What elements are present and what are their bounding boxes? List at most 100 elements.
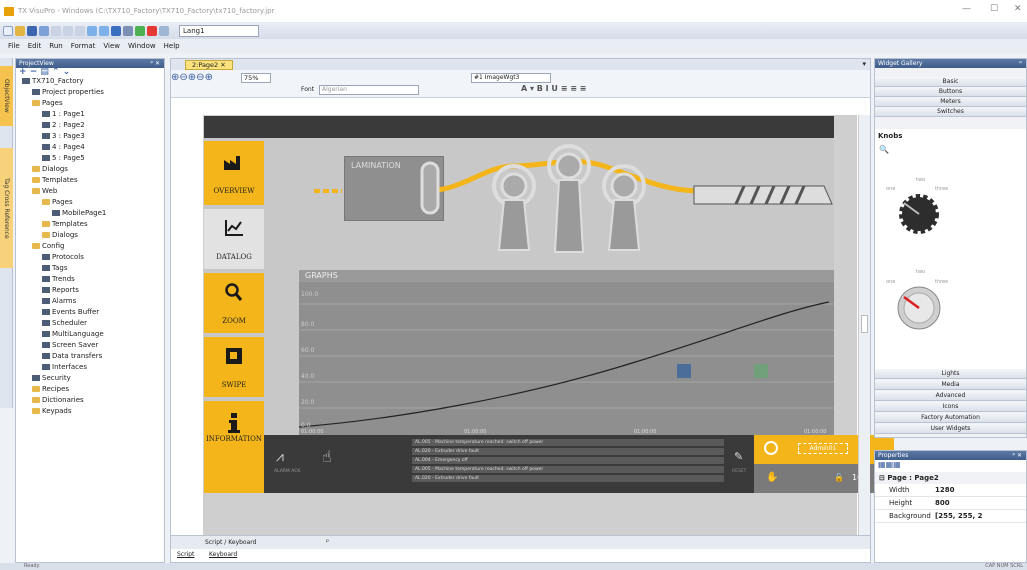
property-value[interactable]: [255, 255, 2 [935, 510, 983, 522]
tree-item[interactable]: Dialogs [42, 231, 78, 239]
undo-icon[interactable] [87, 25, 97, 36]
tree-item[interactable]: TX710_Factory [22, 77, 84, 85]
nav-overview-button[interactable]: OVERVIEW [204, 141, 264, 205]
alarm-row[interactable]: AL.005 - Machine temperature reached: sw… [412, 466, 724, 473]
gallery-pin-icon[interactable]: ᵖ [1019, 59, 1022, 68]
gallery-meters[interactable]: Meters [875, 97, 1026, 107]
cut-icon[interactable] [51, 25, 61, 36]
tab-script[interactable]: Script [177, 551, 194, 558]
alarm-row[interactable]: AL.005 - Machine temperature reached: sw… [412, 439, 724, 446]
tree-item[interactable]: MobilePage1 [52, 209, 106, 217]
gallery-icons[interactable]: Icons [875, 402, 1026, 412]
graph-settings-icon[interactable] [754, 364, 768, 378]
tab-list-icon[interactable]: ▾ [862, 60, 866, 68]
pane-pin-close[interactable]: ᵖ ✕ [150, 59, 160, 68]
tree-item[interactable]: Security [32, 374, 71, 382]
tree-item[interactable]: Keypads [32, 407, 72, 415]
categorized-icon[interactable]: ▦ [878, 460, 886, 469]
alarm-row[interactable]: AL.020 - Extruder drive fault [412, 448, 724, 455]
format-tools[interactable]: A ▾ B I U ≡ ≡ ≡ [521, 84, 586, 93]
menu-help[interactable]: Help [164, 42, 180, 50]
properties-pin-icon[interactable]: ᵖ ✕ [1012, 451, 1022, 460]
nav-zoom-button[interactable]: ZOOM [204, 273, 264, 333]
tab-page2[interactable]: 2:Page2 ✕ [185, 60, 233, 70]
tree-item[interactable]: Dialogs [32, 165, 68, 173]
font-select[interactable]: Algerian [319, 85, 419, 95]
reset-icon[interactable]: ✎ [734, 450, 743, 463]
tree-item[interactable]: 1 : Page1 [42, 110, 85, 118]
language-select[interactable]: Lang1 [179, 24, 259, 37]
save-all-icon[interactable] [39, 25, 49, 36]
tab-keyboard[interactable]: Keyboard [209, 551, 237, 558]
nav-swipe-button[interactable]: SWIPE [204, 337, 264, 397]
graph-export-icon[interactable] [677, 364, 691, 378]
alarm-row[interactable]: AL.020 - Extruder drive fault [412, 475, 724, 482]
touch-icon[interactable]: ☝ [322, 447, 332, 466]
tree-item[interactable]: Alarms [42, 297, 76, 305]
property-value[interactable]: 1280 [935, 484, 954, 496]
zoom-area-icon[interactable]: ⊕ [205, 72, 213, 83]
download-icon[interactable] [111, 25, 121, 36]
gallery-media[interactable]: Media [875, 380, 1026, 390]
simulator-icon[interactable] [123, 25, 133, 36]
gallery-basic[interactable]: Basic [875, 77, 1026, 87]
tab-tag-cross-reference[interactable]: Tag Cross Reference [0, 148, 13, 268]
tree-item[interactable]: Recipes [32, 385, 69, 393]
tree-item[interactable]: Data transfers [42, 352, 102, 360]
gallery-buttons[interactable]: Buttons [875, 87, 1026, 97]
tab-objectview[interactable]: ObjectView [0, 66, 13, 126]
run-icon[interactable] [135, 25, 145, 36]
tree-item[interactable]: Templates [42, 220, 88, 228]
tree-item[interactable]: Protocols [42, 253, 84, 261]
open-icon[interactable] [15, 25, 25, 36]
property-value[interactable]: 800 [935, 497, 950, 509]
alphabetical-icon[interactable]: ▦ [886, 460, 894, 469]
redo-icon[interactable] [99, 25, 109, 36]
gallery-lights[interactable]: Lights [875, 369, 1026, 379]
tree-item[interactable]: Config [32, 242, 64, 250]
tree-item[interactable]: Interfaces [42, 363, 87, 371]
tree-item[interactable]: Tags [42, 264, 68, 272]
tree-item[interactable]: Project properties [32, 88, 104, 96]
zoom-out-icon[interactable]: ⊖ [179, 72, 187, 83]
widget-name-select[interactable]: #1 ImageWgt3 [471, 73, 551, 83]
tree-item[interactable]: 4 : Page4 [42, 143, 85, 151]
alarm-chart-icon[interactable]: ⩘ [276, 449, 296, 465]
script-pin-icon[interactable]: ᵖ [326, 538, 329, 546]
tree-item[interactable]: Scheduler [42, 319, 87, 327]
remove-icon[interactable]: − [30, 67, 38, 77]
gallery-advanced[interactable]: Advanced [875, 391, 1026, 401]
nav-information-button[interactable]: INFORMATION [204, 401, 264, 493]
new-icon[interactable] [3, 25, 13, 36]
gallery-factory-automation[interactable]: Factory Automation [875, 413, 1026, 423]
knob-silver-widget[interactable] [896, 285, 942, 331]
menu-file[interactable]: File [8, 42, 20, 50]
tree-item[interactable]: Trends [42, 275, 75, 283]
knob-dark-widget[interactable] [898, 193, 940, 235]
stop-icon[interactable] [147, 25, 157, 36]
canvas-vscroll[interactable] [858, 115, 870, 535]
tree-item[interactable]: Templates [32, 176, 78, 184]
menu-format[interactable]: Format [71, 42, 96, 50]
close-button[interactable]: ✕ [1014, 4, 1022, 14]
tree-item[interactable]: Dictionaries [32, 396, 84, 404]
zoom-fit-icon[interactable]: ⊕ [188, 72, 196, 83]
add-icon[interactable]: + [19, 67, 27, 77]
menu-edit[interactable]: Edit [28, 42, 42, 50]
save-icon[interactable] [27, 25, 37, 36]
collapse-icon[interactable]: ⌄ [63, 67, 71, 77]
menu-view[interactable]: View [103, 42, 120, 50]
user-name[interactable]: Admin01 [798, 443, 848, 454]
tree-item[interactable]: Web [32, 187, 57, 195]
tree-item[interactable]: 3 : Page3 [42, 132, 85, 140]
tree-item[interactable]: MultiLanguage [42, 330, 104, 338]
tree-item[interactable]: Events Buffer [42, 308, 99, 316]
minimize-button[interactable]: — [962, 4, 971, 14]
nav-datalog-button[interactable]: DATALOG [204, 209, 264, 269]
expand-icon[interactable]: ⌃ [52, 67, 60, 77]
zoom-reset-icon[interactable]: ⊖ [196, 72, 204, 83]
tree-item[interactable]: Pages [42, 198, 73, 206]
gallery-user-widgets[interactable]: User Widgets [875, 424, 1026, 434]
properties-group[interactable]: ⊟ Page : Page2 [875, 472, 1026, 484]
tree-item[interactable]: Reports [42, 286, 79, 294]
